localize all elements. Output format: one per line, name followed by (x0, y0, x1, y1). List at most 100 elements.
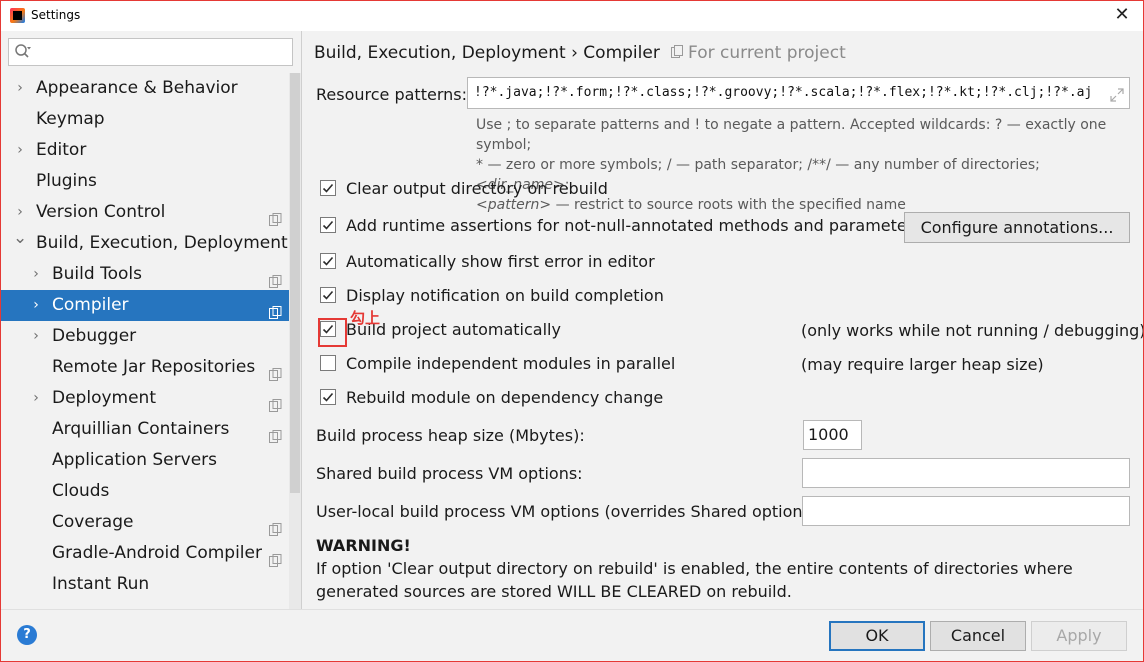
option-label: Display notification on build completion (346, 286, 664, 305)
expand-icon[interactable] (1109, 85, 1125, 102)
build-auto-note: (only works while not running / debuggin… (801, 321, 1144, 340)
settings-tree: › Appearance & Behavior Keymap › Editor Plugi… (1, 73, 289, 600)
checkbox-checked[interactable] (320, 287, 336, 303)
sidebar-item-plugins[interactable]: Plugins (1, 166, 289, 197)
project-scope-icon (269, 268, 282, 288)
chevron-right-icon[interactable]: › (29, 321, 43, 352)
search-box[interactable] (8, 38, 293, 66)
sidebar-item-label: Build Tools (52, 264, 142, 284)
sidebar-item-label: Editor (36, 140, 87, 160)
project-scope-icon (269, 361, 282, 381)
option-label: Clear output directory on rebuild (346, 179, 608, 198)
sidebar-item-label: Debugger (52, 326, 137, 346)
sidebar-item-build-tools[interactable]: › Build Tools (1, 259, 289, 290)
checkbox-checked[interactable] (320, 180, 336, 196)
user-vm-input[interactable] (802, 496, 1130, 526)
search-icon (14, 43, 32, 61)
project-scope-icon (269, 516, 282, 536)
sidebar-item-debugger[interactable]: › Debugger (1, 321, 289, 352)
project-scope-icon (269, 299, 282, 319)
warning-text: If option 'Clear output directory on reb… (316, 559, 1073, 601)
ok-button[interactable]: OK (829, 621, 925, 651)
heap-size-label: Build process heap size (Mbytes): (316, 426, 585, 445)
sidebar-item-compiler[interactable]: › Compiler (1, 290, 289, 321)
intellij-logo-icon (10, 8, 25, 23)
chevron-right-icon[interactable]: › (29, 290, 43, 321)
sidebar-item-coverage[interactable]: Coverage (1, 507, 289, 538)
sidebar-item-label: Clouds (52, 481, 110, 501)
help-line-2-text: * — zero or more symbols; / — path separ… (476, 157, 1040, 173)
sidebar-item-version-control[interactable]: › Version Control (1, 197, 289, 228)
project-scope-icon (269, 423, 282, 443)
breadcrumb-path: Build, Execution, Deployment › Compiler (314, 43, 660, 63)
chevron-right-icon[interactable]: › (29, 383, 43, 414)
sidebar-item-label: Coverage (52, 512, 134, 532)
resource-patterns-value: !?*.java;!?*.form;!?*.class;!?*.groovy;!… (474, 85, 1093, 100)
project-scope-label: For current project (665, 43, 846, 63)
option-label: Automatically show first error in editor (346, 252, 655, 271)
warning-block: WARNING! If option 'Clear output directo… (316, 534, 1136, 603)
sidebar-item-label: Instant Run (52, 574, 150, 594)
checkbox-unchecked[interactable] (320, 355, 336, 371)
sidebar-item-instant-run[interactable]: Instant Run (1, 569, 289, 600)
chevron-down-icon[interactable]: ⌄ (13, 223, 27, 254)
cancel-button[interactable]: Cancel (930, 621, 1026, 651)
sidebar-item-label: Plugins (36, 171, 97, 191)
chevron-right-icon[interactable]: › (13, 135, 27, 166)
close-icon[interactable]: ✕ (1109, 3, 1135, 27)
checkbox-checked[interactable] (320, 217, 336, 233)
project-scope-icon (670, 45, 683, 58)
sidebar-item-keymap[interactable]: Keymap (1, 104, 289, 135)
option-label: Rebuild module on dependency change (346, 388, 664, 407)
project-scope-icon (269, 547, 282, 567)
warning-title: WARNING! (316, 536, 411, 555)
option-label: Add runtime assertions for not-null-anno… (346, 216, 922, 235)
sidebar-item-label: Application Servers (52, 450, 217, 470)
checkbox-checked[interactable] (320, 389, 336, 405)
heap-size-input[interactable]: 1000 (803, 420, 862, 450)
checkbox-checked[interactable] (320, 253, 336, 269)
option-label: Compile independent modules in parallel (346, 354, 676, 373)
resource-patterns-input[interactable]: !?*.java;!?*.form;!?*.class;!?*.groovy;!… (467, 77, 1130, 109)
sidebar-item-label: Remote Jar Repositories (52, 357, 256, 377)
sidebar-item-arquillian-containers[interactable]: Arquillian Containers (1, 414, 289, 445)
project-scope-icon (269, 392, 282, 412)
search-input[interactable] (35, 42, 289, 64)
sidebar-item-label: Deployment (52, 388, 156, 408)
sidebar-scroll-thumb[interactable] (290, 73, 300, 493)
sidebar-item-appearance-behavior[interactable]: › Appearance & Behavior (1, 73, 289, 104)
compiler-settings-panel: Build, Execution, Deployment › Compiler … (302, 31, 1143, 609)
sidebar-item-label: Gradle-Android Compiler (52, 543, 262, 563)
sidebar-item-clouds[interactable]: Clouds (1, 476, 289, 507)
sidebar-item-label: Compiler (52, 295, 129, 315)
parallel-note: (may require larger heap size) (801, 355, 1044, 374)
sidebar-item-deployment[interactable]: › Deployment (1, 383, 289, 414)
annotation-highlight-box (318, 318, 347, 347)
configure-annotations-button[interactable]: Configure annotations... (904, 212, 1130, 243)
sidebar-item-label: Arquillian Containers (52, 419, 230, 439)
shared-vm-label: Shared build process VM options: (316, 464, 583, 483)
annotation-mark: 勾上 (350, 309, 381, 327)
project-scope-icon (269, 206, 282, 226)
chevron-right-icon[interactable]: › (29, 259, 43, 290)
dialog-footer: ? OK Cancel Apply (1, 609, 1143, 661)
sidebar-item-editor[interactable]: › Editor (1, 135, 289, 166)
resource-patterns-help: Use ; to separate patterns and ! to nega… (476, 115, 1136, 215)
user-vm-label: User-local build process VM options (ove… (316, 502, 823, 521)
settings-window: Settings ✕ › Appearance & Behavior Keymap ›… (0, 0, 1144, 662)
shared-vm-input[interactable] (802, 458, 1130, 488)
sidebar-item-remote-jar-repositories[interactable]: Remote Jar Repositories (1, 352, 289, 383)
help-button[interactable]: ? (17, 625, 37, 645)
sidebar-item-application-servers[interactable]: Application Servers (1, 445, 289, 476)
sidebar-item-build-execution-deployment[interactable]: ⌄ Build, Execution, Deployment (1, 228, 289, 259)
sidebar-item-gradle-android-compiler[interactable]: Gradle-Android Compiler (1, 538, 289, 569)
window-title: Settings (31, 8, 81, 22)
breadcrumb: Build, Execution, Deployment › Compiler … (314, 43, 846, 63)
apply-button[interactable]: Apply (1031, 621, 1127, 651)
chevron-right-icon[interactable]: › (13, 73, 27, 104)
sidebar-item-label: Build, Execution, Deployment (36, 233, 288, 253)
sidebar-item-label: Version Control (36, 202, 166, 222)
resource-patterns-label: Resource patterns: (316, 85, 467, 104)
settings-sidebar: › Appearance & Behavior Keymap › Editor Plugi… (1, 31, 302, 609)
sidebar-item-label: Appearance & Behavior (36, 78, 238, 98)
